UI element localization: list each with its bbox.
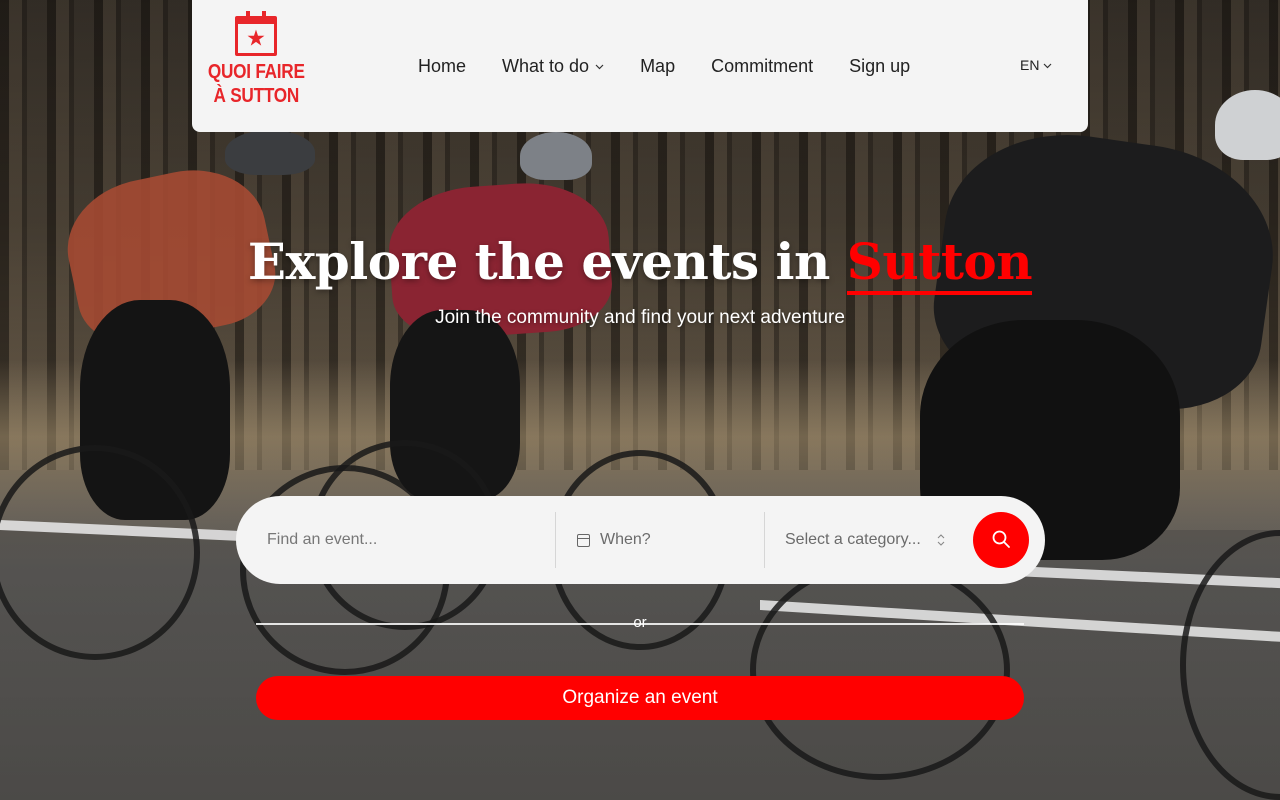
category-select-label: Select a category...	[785, 531, 921, 548]
nav-item-what-to-do[interactable]: What to do	[484, 56, 622, 77]
chevron-down-icon	[1043, 60, 1052, 72]
nav-item-commitment[interactable]: Commitment	[693, 56, 831, 77]
logo-line-1: QUOI FAIRE	[207, 61, 305, 83]
calendar-icon	[577, 533, 590, 547]
calendar-star-icon: ★	[235, 11, 277, 56]
hero-subtitle: Join the community and find your next ad…	[435, 307, 845, 328]
divider-or-label: or	[633, 614, 647, 631]
hero-title: Explore the events in Sutton	[0, 232, 1280, 295]
organize-event-button[interactable]: Organize an event	[256, 676, 1024, 720]
nav-item-label: Commitment	[711, 55, 814, 76]
site-header: ★ QUOI FAIRE À SUTTON Home What to do Ma…	[192, 0, 1088, 132]
nav-item-sign-up[interactable]: Sign up	[831, 56, 928, 77]
event-search-field	[236, 512, 556, 568]
nav-item-label: Sign up	[849, 55, 911, 76]
nav-item-label: What to do	[502, 55, 590, 76]
date-picker[interactable]: When?	[556, 512, 765, 568]
select-updown-icon	[937, 534, 945, 546]
nav-item-home[interactable]: Home	[400, 56, 484, 77]
chevron-down-icon	[595, 61, 604, 73]
search-button[interactable]	[973, 512, 1029, 568]
hero-title-highlight: Sutton	[846, 232, 1033, 295]
nav-item-map[interactable]: Map	[622, 56, 693, 77]
date-picker-label: When?	[600, 531, 651, 548]
hero-title-prefix: Explore the events in	[247, 232, 847, 291]
logo-line-2: À SUTTON	[213, 85, 299, 107]
site-logo[interactable]: ★ QUOI FAIRE À SUTTON	[206, 11, 306, 116]
nav-item-label: Home	[418, 55, 467, 76]
search-icon	[991, 529, 1011, 552]
event-search-bar: When? Select a category...	[236, 496, 1045, 584]
language-label: EN	[1020, 57, 1040, 73]
category-select[interactable]: Select a category...	[765, 512, 971, 568]
main-nav: Home What to do Map Commitment Sign up	[400, 0, 928, 132]
nav-item-label: Map	[640, 55, 676, 76]
language-selector[interactable]: EN	[1020, 57, 1052, 73]
logo-wordmark: QUOI FAIRE À SUTTON	[208, 60, 305, 108]
event-search-input[interactable]	[267, 531, 537, 549]
